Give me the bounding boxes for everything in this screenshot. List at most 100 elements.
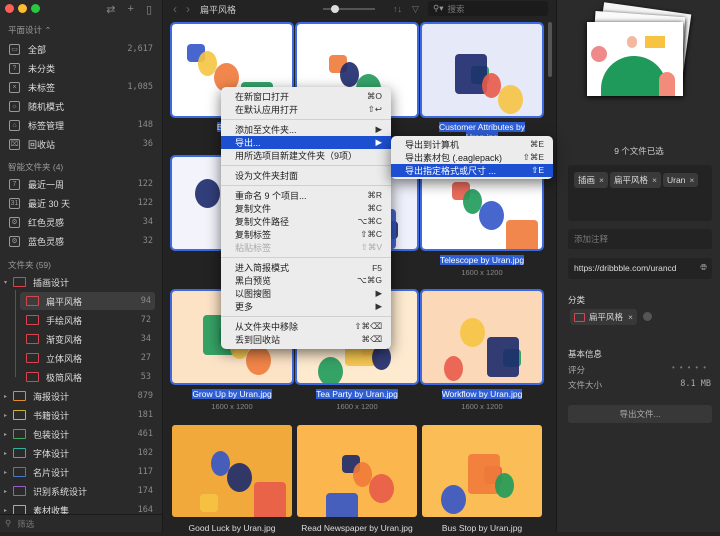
- menu-item[interactable]: 更多 ▶: [221, 300, 391, 313]
- file-name-text[interactable]: Tea Party by Uran.jpg: [316, 389, 398, 399]
- slider-handle[interactable]: [331, 5, 339, 13]
- menu-item[interactable]: 复制文件 ⌘C: [221, 202, 391, 215]
- folder-item[interactable]: ▸ 书籍设计 181: [4, 406, 157, 424]
- search-field[interactable]: ⚲▾ 搜索: [428, 1, 548, 16]
- note-field[interactable]: 添加注释: [568, 229, 712, 249]
- tag-chip[interactable]: Uran ×: [662, 173, 699, 187]
- category-chip[interactable]: 扁平风格 ×: [570, 309, 637, 325]
- rating-stars[interactable]: •••••: [672, 363, 711, 372]
- thumbnail-image[interactable]: [422, 425, 542, 517]
- file-name-text[interactable]: Telescope by Uran.jpg: [439, 255, 525, 265]
- sidebar-item[interactable]: ⚙ 红色灵感 34: [4, 213, 157, 231]
- tag-chip[interactable]: 插画 ×: [574, 172, 608, 188]
- remove-tag-icon[interactable]: ×: [599, 175, 604, 185]
- sidebar-item[interactable]: ? 未分类: [4, 59, 157, 77]
- folder-item[interactable]: ▸ 识别系统设计 174: [4, 482, 157, 500]
- scrollbar[interactable]: [548, 22, 552, 77]
- add-icon[interactable]: +: [128, 3, 134, 16]
- folder-item[interactable]: 立体风格 27: [20, 349, 155, 367]
- menu-item[interactable]: 导出... ▶: [221, 136, 391, 149]
- folder-item[interactable]: ▾ 插画设计: [4, 273, 157, 291]
- filter-bar[interactable]: ⚲ 筛选: [0, 514, 163, 532]
- folder-item[interactable]: ▸ 海报设计 879: [4, 387, 157, 405]
- menu-item[interactable]: 在新窗口打开 ⌘O: [221, 90, 391, 103]
- menu-item[interactable]: 以图搜图 ▶: [221, 287, 391, 300]
- thumbnail-image[interactable]: [420, 22, 544, 118]
- url-field[interactable]: https://dribbble.com/urancd 🌐︎: [568, 258, 712, 279]
- thumbnail-tile[interactable]: Customer Attributes by Uran.jpg: [420, 22, 544, 145]
- sidebar-item[interactable]: ☼ 随机模式: [4, 97, 157, 115]
- menu-item[interactable]: 在默认应用打开 ⇧↩: [221, 103, 391, 116]
- remove-category-icon[interactable]: ×: [628, 312, 633, 322]
- swap-icon[interactable]: ⇄: [106, 3, 115, 16]
- sidebar-item[interactable]: 31 最近 30 天 122: [4, 194, 157, 212]
- back-button[interactable]: ‹: [173, 2, 177, 16]
- sidebar-item[interactable]: 7 最近一周 122: [4, 175, 157, 193]
- chevron-right-icon[interactable]: ▸: [4, 431, 7, 438]
- thumbnail-size-slider[interactable]: [323, 5, 375, 13]
- remove-tag-icon[interactable]: ×: [652, 175, 657, 185]
- folder-item[interactable]: 渐变风格 34: [20, 330, 155, 348]
- folder-item[interactable]: 手绘风格 72: [20, 311, 155, 329]
- menu-item[interactable]: 复制文件路径 ⌥⌘C: [221, 215, 391, 228]
- file-name-text[interactable]: Workflow by Uran.jpg: [441, 389, 523, 399]
- remove-tag-icon[interactable]: ×: [689, 175, 694, 185]
- folder-item[interactable]: ▸ 名片设计 117: [4, 463, 157, 481]
- menu-item[interactable]: 进入简报模式 F5: [221, 261, 391, 274]
- chevron-down-icon[interactable]: ▾: [4, 279, 7, 286]
- sort-button[interactable]: ↑↓: [393, 4, 402, 14]
- submenu-item[interactable]: 导出素材包 (.eaglepack) ⇧⌘E: [391, 151, 553, 164]
- forward-button[interactable]: ›: [186, 2, 190, 16]
- menu-item[interactable]: 丢到回收站 ⌘⌫: [221, 333, 391, 346]
- sidebar-item[interactable]: ▭ 全部 2,617: [4, 40, 157, 58]
- library-switcher[interactable]: 平面设计 ⌃: [8, 24, 51, 36]
- tag-chip[interactable]: 扁平风格 ×: [609, 172, 661, 188]
- sidebar-toggle-icon[interactable]: ▯: [146, 3, 152, 16]
- url-text[interactable]: https://dribbble.com/urancd: [574, 263, 677, 273]
- menu-item[interactable]: 设为文件夹封面: [221, 169, 391, 182]
- globe-icon[interactable]: 🌐︎: [700, 262, 707, 273]
- chevron-right-icon[interactable]: ▸: [4, 393, 7, 400]
- folder-item[interactable]: 极简风格 53: [20, 368, 155, 386]
- thumbnail-tile[interactable]: Bus Stop by Uran.jpg: [422, 425, 542, 536]
- zoom-window-button[interactable]: [31, 4, 40, 13]
- folder-item[interactable]: 扁平风格 94: [20, 292, 155, 310]
- sidebar-item[interactable]: ⌧ 回收站 36: [4, 135, 157, 153]
- file-name-text[interactable]: Grow Up by Uran.jpg: [192, 389, 272, 399]
- submenu-item[interactable]: 导出到计算机 ⌘E: [391, 138, 553, 151]
- filter-icon[interactable]: ▽: [412, 4, 419, 15]
- thumbnail-image[interactable]: [297, 425, 417, 517]
- submenu-item[interactable]: 导出指定格式或尺寸 ... ⇧E: [391, 164, 553, 177]
- menu-item[interactable]: 从文件夹中移除 ⇧⌘⌫: [221, 320, 391, 333]
- folder-item[interactable]: ▸ 包装设计 461: [4, 425, 157, 443]
- thumbnail-tile[interactable]: Good Luck by Uran.jpg: [172, 425, 292, 536]
- chevron-right-icon[interactable]: ▸: [4, 412, 7, 419]
- search-input[interactable]: 搜索: [448, 3, 465, 15]
- star-icon[interactable]: •: [680, 363, 688, 372]
- chevron-right-icon[interactable]: ▸: [4, 469, 7, 476]
- folder-item[interactable]: ▸ 字体设计 102: [4, 444, 157, 462]
- chevron-right-icon[interactable]: ▸: [4, 450, 7, 457]
- menu-item[interactable]: 添加至文件夹... ▶: [221, 123, 391, 136]
- star-icon[interactable]: •: [672, 363, 680, 372]
- close-window-button[interactable]: [5, 4, 14, 13]
- sidebar-item[interactable]: ⌂ 标签管理 148: [4, 116, 157, 134]
- menu-item[interactable]: 复制标签 ⇧⌘C: [221, 228, 391, 241]
- filter-input[interactable]: 筛选: [17, 518, 34, 530]
- thumbnail-tile[interactable]: Workflow by Uran.jpg 1600 x 1200: [420, 289, 544, 411]
- sidebar-item[interactable]: × 未标签 1,085: [4, 78, 157, 96]
- minimize-window-button[interactable]: [18, 4, 27, 13]
- export-files-button[interactable]: 导出文件...: [568, 405, 712, 423]
- chevron-right-icon[interactable]: ▸: [4, 507, 7, 514]
- menu-item[interactable]: 重命名 9 个项目... ⌘R: [221, 189, 391, 202]
- add-category-icon[interactable]: [643, 312, 652, 321]
- sidebar-item[interactable]: ⚙ 蓝色灵感 32: [4, 232, 157, 250]
- tags-field[interactable]: 插画 × 扁平风格 × Uran ×: [568, 165, 712, 221]
- thumbnail-image[interactable]: [172, 425, 292, 517]
- star-icon[interactable]: •: [703, 363, 711, 372]
- menu-item[interactable]: 黑白预览 ⌥⌘G: [221, 274, 391, 287]
- thumbnail-tile[interactable]: Read Newspaper by Uran.jpg: [297, 425, 417, 536]
- menu-item[interactable]: 用所选项目新建文件夹（9项）: [221, 149, 391, 162]
- chevron-right-icon[interactable]: ▸: [4, 488, 7, 495]
- thumbnail-image[interactable]: [420, 289, 544, 385]
